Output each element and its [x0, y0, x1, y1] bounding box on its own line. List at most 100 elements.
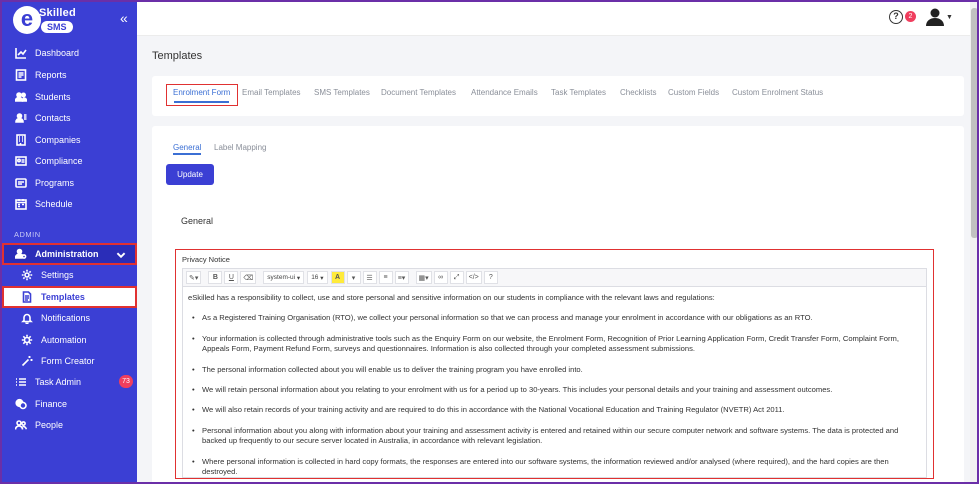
task-admin-badge: 73	[119, 375, 133, 388]
list-icon	[14, 375, 28, 389]
tab-task-templates[interactable]: Task Templates	[551, 88, 606, 97]
cog-icon	[20, 333, 34, 347]
sidebar-item-label: People	[35, 420, 64, 430]
caret-down-icon[interactable]: ▼	[946, 14, 953, 21]
font-size-value: 16	[311, 274, 319, 281]
tab-email-templates[interactable]: Email Templates	[242, 88, 301, 97]
coins-icon	[14, 397, 28, 411]
sidebar-item-form-creator[interactable]: Form Creator	[2, 350, 137, 372]
font-size-select[interactable]: 16 ▾	[307, 271, 328, 284]
font-family-select[interactable]: system-ui ▾	[263, 271, 305, 284]
sidebar-item-label: Form Creator	[41, 356, 95, 366]
logo-mark: e	[13, 6, 41, 34]
program-icon	[14, 176, 28, 190]
chevron-down-icon	[116, 252, 126, 259]
top-bar	[137, 0, 979, 36]
unordered-list-icon[interactable]: ☰	[362, 271, 377, 284]
update-button[interactable]: Update	[166, 164, 214, 185]
chart-line-icon	[14, 46, 28, 60]
tab-underline	[174, 101, 229, 103]
double-chevron-left-icon[interactable]: «	[120, 10, 128, 26]
privacy-bullet-list: As a Registered Training Organisation (R…	[188, 313, 918, 477]
subtab-underline	[173, 153, 201, 155]
editor-toolbar: ✎▾ B U ⌫ system-ui ▾ 16 ▾ A ▾ ☰ ≡ ≡▾ ▦▾ …	[183, 269, 926, 287]
link-icon[interactable]: ∞	[433, 271, 448, 284]
page-title: Templates	[152, 50, 203, 62]
logo[interactable]: e Skilled SMS	[13, 6, 77, 34]
tab-enrolment-form[interactable]: Enrolment Form	[173, 88, 230, 97]
section-title: General	[181, 216, 214, 226]
font-family-value: system-ui	[267, 274, 296, 281]
color-caret-icon[interactable]: ▾	[346, 271, 361, 284]
fullscreen-icon[interactable]: ⤢	[449, 271, 464, 284]
align-icon[interactable]: ≡▾	[394, 271, 409, 284]
report-icon	[14, 68, 28, 82]
sidebar-item-contacts[interactable]: Contacts	[2, 107, 137, 129]
privacy-notice-label: Privacy Notice	[182, 255, 230, 264]
sidebar-item-label: Settings	[41, 270, 74, 280]
help-button[interactable]: ?	[483, 271, 498, 284]
sidebar-item-students[interactable]: Students	[2, 86, 137, 108]
sidebar-item-schedule[interactable]: Schedule	[2, 193, 137, 215]
sidebar-item-reports[interactable]: Reports	[2, 64, 137, 86]
building-icon	[14, 133, 28, 147]
sidebar-item-notifications[interactable]: Notifications	[2, 307, 137, 329]
sidebar-item-companies[interactable]: Companies	[2, 129, 137, 151]
logo-wordmark: Skilled	[39, 7, 76, 19]
text-color-icon[interactable]: A	[330, 271, 345, 284]
sidebar-item-label: Administration	[35, 249, 99, 259]
bell-icon	[20, 311, 34, 325]
sidebar-item-automation[interactable]: Automation	[2, 329, 137, 351]
eraser-icon[interactable]: ⌫	[240, 271, 257, 284]
tab-custom-enrolment-status[interactable]: Custom Enrolment Status	[732, 88, 823, 97]
document-icon	[20, 290, 34, 304]
sidebar-item-settings[interactable]: Settings	[2, 264, 137, 286]
tab-custom-fields[interactable]: Custom Fields	[668, 88, 719, 97]
sidebar-item-label: Dashboard	[35, 48, 80, 58]
tab-sms-templates[interactable]: SMS Templates	[314, 88, 370, 97]
sidebar-item-label: Compliance	[35, 156, 83, 166]
help-icon[interactable]: ?	[889, 10, 903, 24]
magic-wand-icon[interactable]: ✎▾	[186, 271, 202, 284]
list-item: We will also retain records of your trai…	[192, 405, 918, 416]
sidebar-item-administration[interactable]: Administration	[2, 243, 137, 265]
rich-text-editor[interactable]: ✎▾ B U ⌫ system-ui ▾ 16 ▾ A ▾ ☰ ≡ ≡▾ ▦▾ …	[182, 268, 927, 478]
sidebar-item-label: Schedule	[35, 199, 73, 209]
editor-content: eSkilled has a responsibility to collect…	[188, 293, 918, 484]
underline-button[interactable]: U	[224, 271, 239, 284]
sidebar-item-dashboard[interactable]: Dashboard	[2, 42, 137, 64]
bold-button[interactable]: B	[208, 271, 223, 284]
code-view-icon[interactable]: </>	[465, 271, 482, 284]
list-item: The personal information collected about…	[192, 365, 918, 376]
ordered-list-icon[interactable]: ≡	[378, 271, 393, 284]
sidebar-item-templates[interactable]: Templates	[2, 286, 137, 308]
users-icon	[14, 90, 28, 104]
contact-icon	[14, 111, 28, 125]
subtab-general[interactable]: General	[173, 143, 201, 152]
sidebar-item-label: Students	[35, 92, 71, 102]
user-avatar-icon[interactable]	[924, 7, 946, 27]
wand-icon	[20, 354, 34, 368]
sidebar-item-compliance[interactable]: Compliance	[2, 150, 137, 172]
sidebar-item-label: Task Admin	[35, 377, 82, 387]
sidebar-item-finance[interactable]: Finance	[2, 393, 137, 415]
sidebar-item-label: Companies	[35, 135, 81, 145]
list-item: Where personal information is collected …	[192, 457, 918, 478]
table-icon[interactable]: ▦▾	[415, 271, 432, 284]
sidebar-item-people[interactable]: People	[2, 414, 137, 436]
subtab-label-mapping[interactable]: Label Mapping	[214, 143, 266, 152]
id-card-icon	[14, 154, 28, 168]
list-item: We will retain personal information abou…	[192, 385, 918, 396]
sidebar-item-task-admin[interactable]: Task Admin 73	[2, 371, 137, 393]
tab-document-templates[interactable]: Document Templates	[381, 88, 456, 97]
scrollbar-thumb[interactable]	[971, 8, 978, 238]
privacy-notice-field: Privacy Notice ✎▾ B U ⌫ system-ui ▾ 16 ▾…	[175, 249, 934, 479]
sidebar-item-programs[interactable]: Programs	[2, 172, 137, 194]
tab-attendance-emails[interactable]: Attendance Emails	[471, 88, 538, 97]
gear-icon	[20, 268, 34, 282]
sidebar-item-label: Reports	[35, 70, 67, 80]
enrolment-form-card: General Label Mapping Update General Pri…	[152, 126, 964, 484]
template-tabs: Enrolment Form Email Templates SMS Templ…	[152, 76, 964, 116]
tab-checklists[interactable]: Checklists	[620, 88, 656, 97]
calendar-icon	[14, 197, 28, 211]
